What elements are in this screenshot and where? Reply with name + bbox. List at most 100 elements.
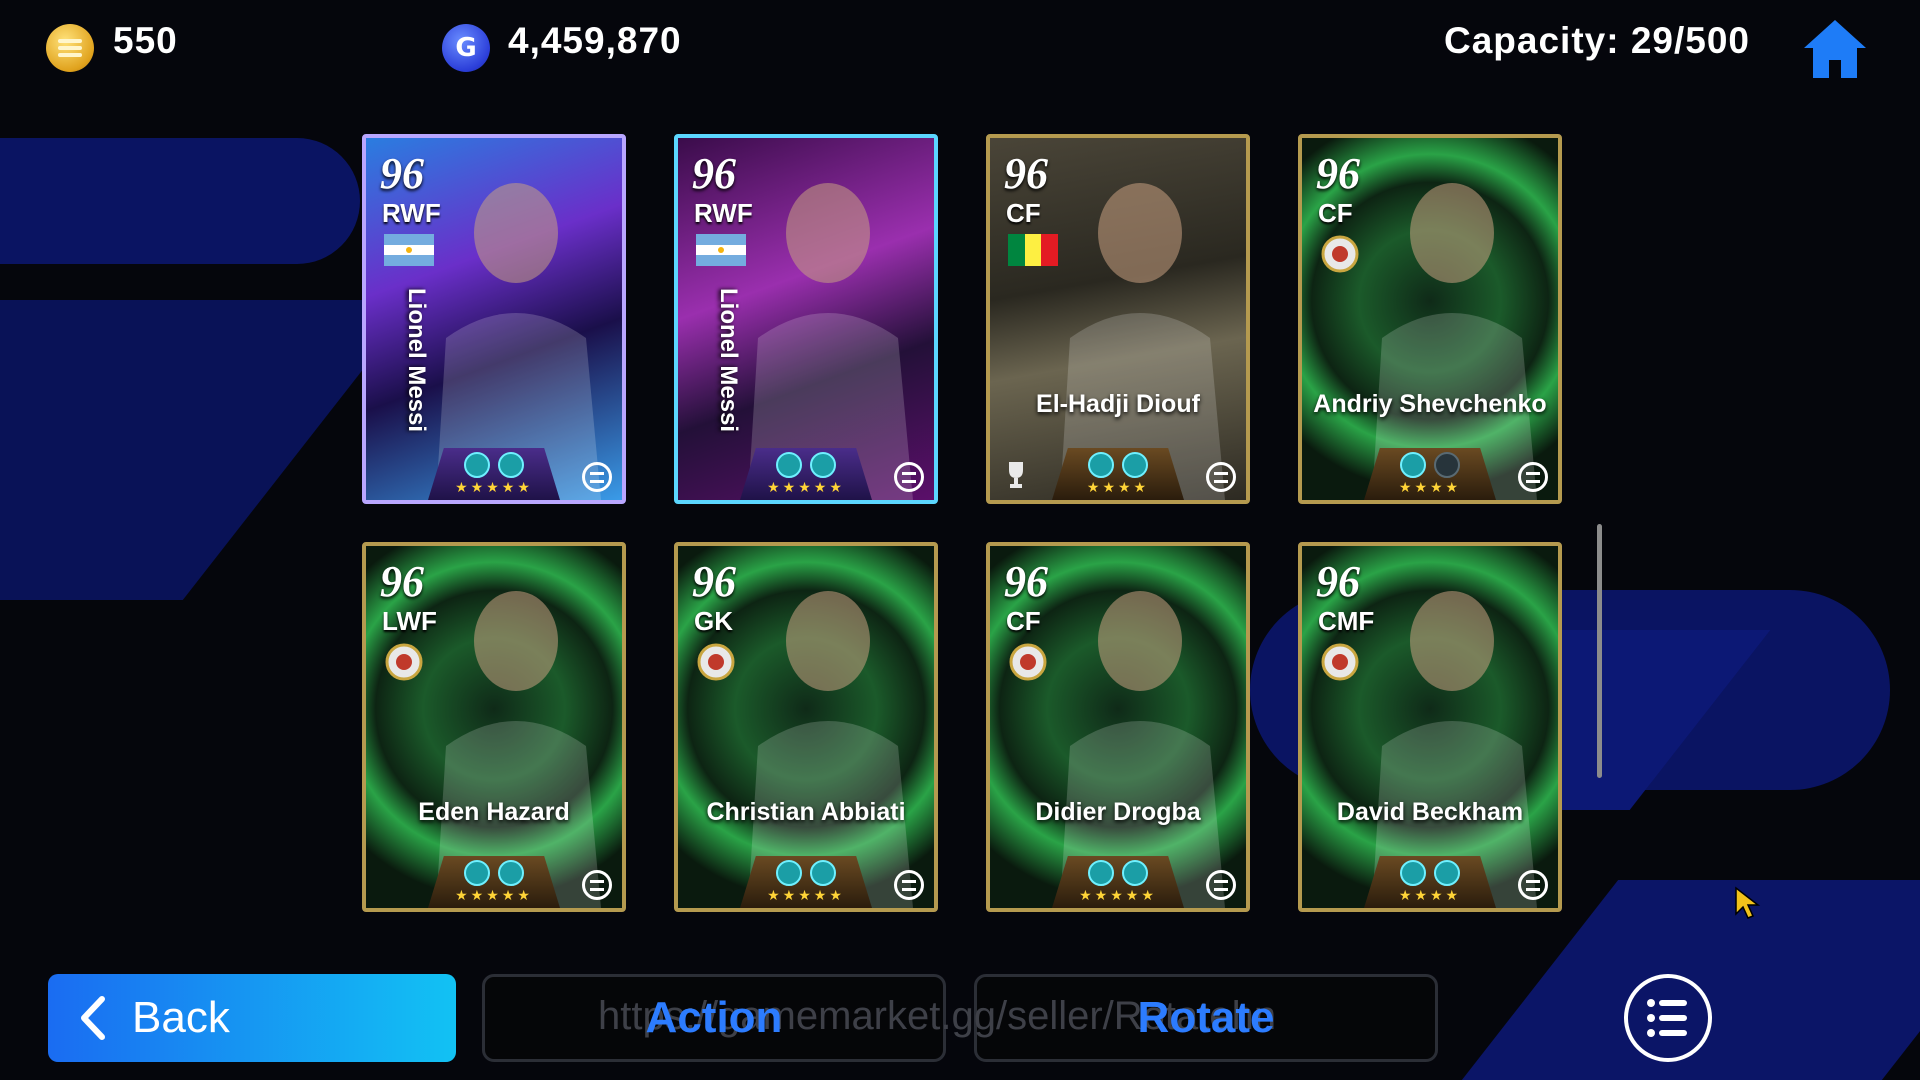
mouse-cursor-icon	[1735, 886, 1761, 919]
bg-stripe	[0, 300, 418, 600]
skill-slots	[1400, 452, 1460, 478]
skill-slot-icon	[1088, 860, 1114, 886]
star-rating: ★★★★★	[767, 888, 845, 904]
coins-amount: 550	[113, 20, 178, 61]
player-position: CF	[1006, 198, 1041, 228]
efootball-logo-icon	[1518, 462, 1548, 492]
player-name: El-Hadji Diouf	[1036, 390, 1200, 418]
player-name: Didier Drogba	[1035, 798, 1201, 826]
player-position: CF	[1006, 606, 1041, 636]
club-badge-icon	[1320, 642, 1370, 681]
list-menu-icon	[1647, 999, 1687, 1037]
player-card[interactable]: 96 LWF Eden Hazard ★★★★★	[362, 542, 626, 912]
chevron-left-icon	[81, 996, 105, 1040]
skill-slot-icon	[498, 452, 524, 478]
gold-coin-icon	[46, 24, 94, 72]
skill-slot-icon	[498, 860, 524, 886]
capacity-label: Capacity: 29/500	[1444, 20, 1751, 61]
skill-slot-icon	[776, 860, 802, 886]
player-rating: 96	[1004, 149, 1048, 198]
efootball-logo-icon	[582, 870, 612, 900]
player-rating: 96	[692, 557, 736, 606]
player-rating: 96	[1316, 557, 1360, 606]
skill-slot-icon	[810, 860, 836, 886]
player-position: RWF	[694, 198, 753, 228]
skill-slot-icon	[776, 452, 802, 478]
player-position: CMF	[1318, 606, 1375, 636]
flag-icon	[696, 234, 746, 270]
player-rating: 96	[1004, 557, 1048, 606]
action-label: Action	[645, 993, 783, 1042]
skill-slots	[1088, 452, 1148, 478]
gp-letter: G	[455, 33, 477, 63]
skill-slots	[776, 452, 836, 478]
top-bar: 550 G 4,459,870 Capacity: 29/500	[0, 0, 1920, 92]
flag-icon	[1008, 234, 1058, 270]
skill-slot-icon	[1400, 452, 1426, 478]
scrollbar[interactable]	[1597, 524, 1602, 778]
skill-slot-icon	[464, 860, 490, 886]
efootball-logo-icon	[582, 462, 612, 492]
skill-slots	[1088, 860, 1148, 886]
efootball-logo-icon	[1206, 462, 1236, 492]
back-button[interactable]: Back	[48, 974, 456, 1062]
bg-stripe	[0, 138, 360, 264]
efootball-logo-icon	[894, 870, 924, 900]
home-button[interactable]	[1800, 16, 1870, 82]
skill-slots	[776, 860, 836, 886]
trophy-icon	[1004, 460, 1028, 490]
back-label: Back	[132, 993, 230, 1042]
player-card[interactable]: 96 CMF David Beckham ★★★★	[1298, 542, 1562, 912]
player-card[interactable]: 96 GK Christian Abbiati ★★★★★	[674, 542, 938, 912]
skill-slots	[464, 452, 524, 478]
player-card[interactable]: 96 CF Andriy Shevchenko ★★★★	[1298, 134, 1562, 504]
player-name: Lionel Messi	[403, 288, 430, 433]
star-rating: ★★★★★	[455, 888, 533, 904]
player-name: Andriy Shevchenko	[1313, 390, 1547, 418]
player-card[interactable]: 96 RWF Lionel Messi ★★★★★	[362, 134, 626, 504]
skill-slot-icon	[1088, 452, 1114, 478]
efootball-logo-icon	[1206, 870, 1236, 900]
player-card[interactable]: 96 CF Didier Drogba ★★★★★	[986, 542, 1250, 912]
gp-amount: 4,459,870	[508, 20, 682, 61]
player-card[interactable]: 96 RWF Lionel Messi ★★★★★	[674, 134, 938, 504]
star-rating: ★★★★★	[1079, 888, 1157, 904]
gp-coin-icon: G	[442, 24, 490, 72]
player-name: Eden Hazard	[418, 798, 570, 826]
skill-slots	[464, 860, 524, 886]
player-name: Lionel Messi	[715, 288, 742, 433]
skill-slot-icon	[1400, 860, 1426, 886]
player-position: GK	[694, 606, 733, 636]
skill-slot-icon	[1434, 452, 1460, 478]
star-rating: ★★★★★	[767, 480, 845, 496]
club-badge-icon	[384, 642, 434, 681]
player-rating: 96	[380, 149, 424, 198]
efootball-logo-icon	[894, 462, 924, 492]
skill-slot-icon	[1122, 452, 1148, 478]
star-rating: ★★★★	[1398, 480, 1462, 496]
player-position: LWF	[382, 606, 437, 636]
player-position: RWF	[382, 198, 441, 228]
star-rating: ★★★★★	[455, 480, 533, 496]
skill-slots	[1400, 860, 1460, 886]
player-card[interactable]: 96 CF El-Hadji Diouf ★★★★	[986, 134, 1250, 504]
flag-icon	[384, 234, 434, 270]
player-name: Christian Abbiati	[706, 798, 906, 826]
skill-slot-icon	[1122, 860, 1148, 886]
player-rating: 96	[692, 149, 736, 198]
star-rating: ★★★★	[1086, 480, 1150, 496]
home-icon	[1804, 20, 1866, 78]
star-rating: ★★★★	[1398, 888, 1462, 904]
club-badge-icon	[1008, 642, 1058, 681]
club-badge-icon	[696, 642, 746, 681]
player-position: CF	[1318, 198, 1353, 228]
rotate-label: Rotate	[1137, 993, 1275, 1042]
player-rating: 96	[1316, 149, 1360, 198]
player-name: David Beckham	[1336, 798, 1524, 826]
skill-slot-icon	[810, 452, 836, 478]
player-rating: 96	[380, 557, 424, 606]
skill-slot-icon	[464, 452, 490, 478]
skill-slot-icon	[1434, 860, 1460, 886]
menu-button[interactable]	[1624, 974, 1712, 1062]
efootball-logo-icon	[1518, 870, 1548, 900]
